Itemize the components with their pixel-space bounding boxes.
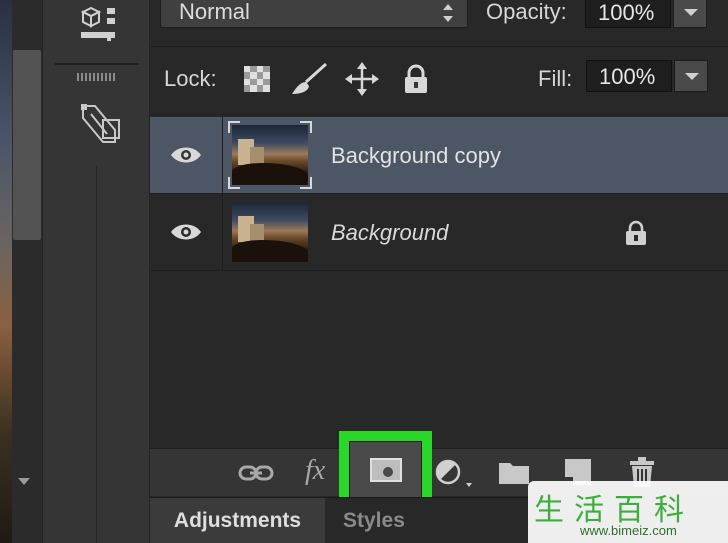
fill-dropdown-button[interactable] <box>674 60 708 92</box>
watermark-logo: 生活百科 www.bimeiz.com <box>528 481 728 543</box>
chevron-down-icon <box>684 9 698 16</box>
new-group-folder-icon[interactable] <box>498 459 530 490</box>
opacity-label: Opacity: <box>486 0 567 24</box>
visibility-toggle[interactable] <box>150 117 223 193</box>
layer-name[interactable]: Background copy <box>331 143 501 169</box>
fill-label: Fill: <box>538 66 573 91</box>
panel-grip[interactable] <box>77 73 117 81</box>
opacity-dropdown-button[interactable] <box>673 0 707 28</box>
eye-icon[interactable] <box>170 222 202 247</box>
canvas-image-edge <box>0 0 12 543</box>
lock-all-icon[interactable] <box>403 64 429 99</box>
tool-divider <box>55 63 139 65</box>
opacity-value: 100% <box>598 0 655 25</box>
adjustment-layer-icon[interactable] <box>434 459 474 494</box>
tab-styles[interactable]: Styles <box>328 498 428 543</box>
lock-position-move-icon[interactable] <box>345 62 379 101</box>
eye-icon[interactable] <box>170 145 202 170</box>
fx-icon[interactable]: fx <box>305 455 325 487</box>
updown-arrows-icon <box>441 0 455 31</box>
scroll-down-arrow-icon[interactable] <box>18 478 30 485</box>
fill-input[interactable]: 100% <box>586 60 672 92</box>
layer-row-background-copy[interactable]: Background copy <box>150 117 728 193</box>
blend-mode-value: Normal <box>179 0 250 24</box>
scrollbar-thumb[interactable] <box>13 50 41 240</box>
add-layer-mask-button[interactable] <box>349 441 422 498</box>
transform-icon[interactable] <box>77 100 125 153</box>
blend-mode-select[interactable]: Normal <box>160 0 468 28</box>
layer-separator <box>150 270 728 271</box>
column-divider <box>96 166 97 543</box>
lock-image-pixels-brush-icon[interactable] <box>290 62 330 101</box>
layers-top-separator <box>150 114 728 115</box>
lock-transparent-pixels-icon[interactable] <box>244 66 270 97</box>
layer-thumbnail[interactable] <box>232 125 308 185</box>
add-mask-icon <box>370 458 402 482</box>
link-layers-icon[interactable] <box>238 463 274 488</box>
opacity-input[interactable]: 100% <box>585 0 671 28</box>
visibility-toggle[interactable] <box>150 194 223 270</box>
panel-tool-column <box>42 0 150 543</box>
lock-label: Lock: <box>164 66 217 91</box>
layer-thumbnail[interactable] <box>232 202 308 262</box>
toolbar-separator <box>150 46 728 47</box>
layer-name[interactable]: Background <box>331 220 448 246</box>
layer-row-background[interactable]: Background <box>150 194 728 270</box>
3d-cube-icon[interactable] <box>77 4 121 49</box>
layer-lock-icon[interactable] <box>624 220 648 251</box>
fill-value: 100% <box>599 64 656 89</box>
tab-adjustments[interactable]: Adjustments <box>150 498 325 543</box>
chevron-down-icon <box>685 73 699 80</box>
watermark-url: www.bimeiz.com <box>580 523 677 538</box>
